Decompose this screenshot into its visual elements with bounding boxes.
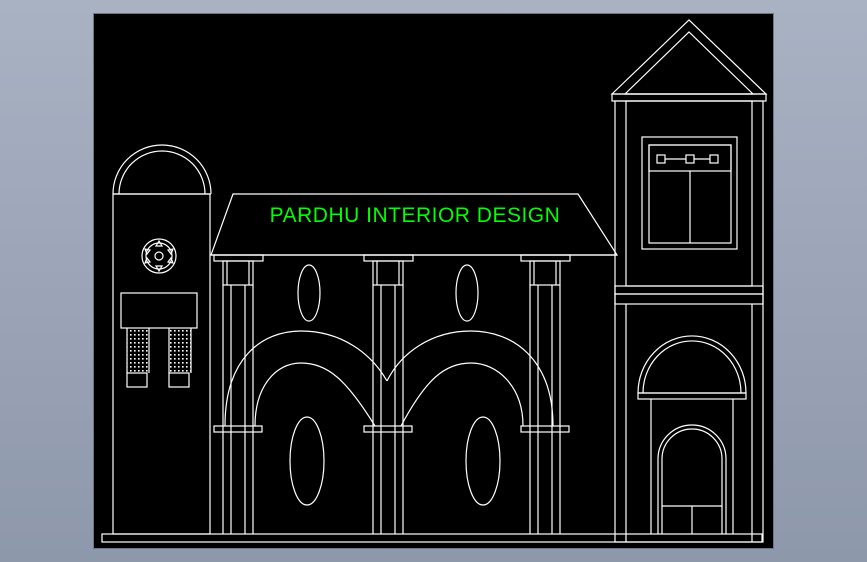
ground-base bbox=[101, 533, 763, 543]
round-vent-ornament bbox=[141, 238, 177, 274]
right-tower bbox=[614, 100, 764, 543]
column-left bbox=[213, 254, 264, 534]
right-tower-window bbox=[641, 136, 738, 250]
right-tower-roof bbox=[610, 19, 768, 102]
cad-viewport[interactable]: PARDHU INTERIOR DESIGN bbox=[93, 13, 774, 549]
right-tower-doorway bbox=[637, 335, 747, 534]
signboard-title: PARDHU INTERIOR DESIGN bbox=[270, 204, 561, 227]
left-tower-screen-panel bbox=[120, 292, 198, 388]
left-tower bbox=[112, 144, 212, 535]
arch-left bbox=[224, 330, 388, 427]
column-right bbox=[520, 254, 571, 534]
arch-right bbox=[386, 330, 554, 427]
column-center bbox=[363, 254, 414, 534]
building-elevation-drawing: PARDHU INTERIOR DESIGN bbox=[101, 19, 768, 543]
